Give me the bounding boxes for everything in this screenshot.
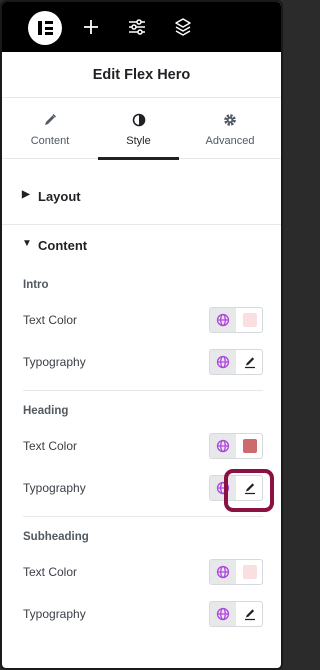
caret-down-icon: ▼ bbox=[22, 238, 32, 249]
tab-advanced-label: Advanced bbox=[205, 135, 255, 147]
divider bbox=[2, 224, 281, 225]
intro-typography-control bbox=[209, 349, 263, 375]
heading-text-color-label: Text Color bbox=[23, 439, 78, 453]
highlight-callout bbox=[224, 469, 274, 512]
group-title-intro: Intro bbox=[23, 279, 49, 291]
edit-pencil-icon[interactable] bbox=[236, 602, 262, 626]
top-toolbar bbox=[2, 2, 281, 52]
panel-tabs: Content Style Advanced bbox=[2, 99, 281, 160]
editor-panel: Edit Flex Hero Content Style Advanced ▶ … bbox=[0, 0, 283, 670]
gear-icon bbox=[223, 113, 237, 127]
color-swatch[interactable] bbox=[243, 565, 257, 579]
intro-typography-label: Typography bbox=[23, 355, 86, 369]
edit-pencil-icon[interactable] bbox=[236, 350, 262, 374]
tab-content-label: Content bbox=[30, 135, 70, 147]
subheading-text-color-label: Text Color bbox=[23, 565, 78, 579]
global-icon[interactable] bbox=[210, 350, 236, 374]
divider bbox=[23, 390, 263, 391]
panel-title: Edit Flex Hero bbox=[2, 52, 281, 98]
divider bbox=[23, 516, 263, 517]
heading-typography-label: Typography bbox=[23, 481, 86, 495]
section-content[interactable]: ▼ Content bbox=[2, 238, 281, 256]
heading-text-color-control bbox=[209, 433, 263, 459]
tab-content[interactable]: Content bbox=[2, 99, 98, 157]
elementor-logo-icon[interactable] bbox=[28, 11, 62, 45]
intro-text-color-control bbox=[209, 307, 263, 333]
section-layout-label: Layout bbox=[38, 189, 81, 204]
section-content-label: Content bbox=[38, 238, 88, 253]
tab-advanced[interactable]: Advanced bbox=[182, 99, 278, 157]
contrast-icon bbox=[132, 113, 146, 127]
layers-icon[interactable] bbox=[172, 16, 194, 38]
add-element-icon[interactable] bbox=[80, 16, 102, 38]
tab-style[interactable]: Style bbox=[98, 99, 179, 160]
tab-style-label: Style bbox=[126, 135, 151, 147]
group-title-subheading: Subheading bbox=[23, 531, 89, 543]
pencil-icon bbox=[43, 113, 57, 127]
global-icon[interactable] bbox=[210, 308, 236, 332]
intro-text-color-label: Text Color bbox=[23, 313, 78, 327]
global-icon[interactable] bbox=[210, 434, 236, 458]
group-title-heading: Heading bbox=[23, 405, 69, 417]
subheading-typography-control bbox=[209, 601, 263, 627]
section-layout[interactable]: ▶ Layout bbox=[2, 189, 281, 207]
color-swatch[interactable] bbox=[243, 439, 257, 453]
settings-sliders-icon[interactable] bbox=[126, 16, 148, 38]
global-icon[interactable] bbox=[210, 560, 236, 584]
global-icon[interactable] bbox=[210, 602, 236, 626]
subheading-typography-label: Typography bbox=[23, 607, 86, 621]
color-swatch[interactable] bbox=[243, 313, 257, 327]
caret-right-icon: ▶ bbox=[22, 189, 30, 200]
subheading-text-color-control bbox=[209, 559, 263, 585]
